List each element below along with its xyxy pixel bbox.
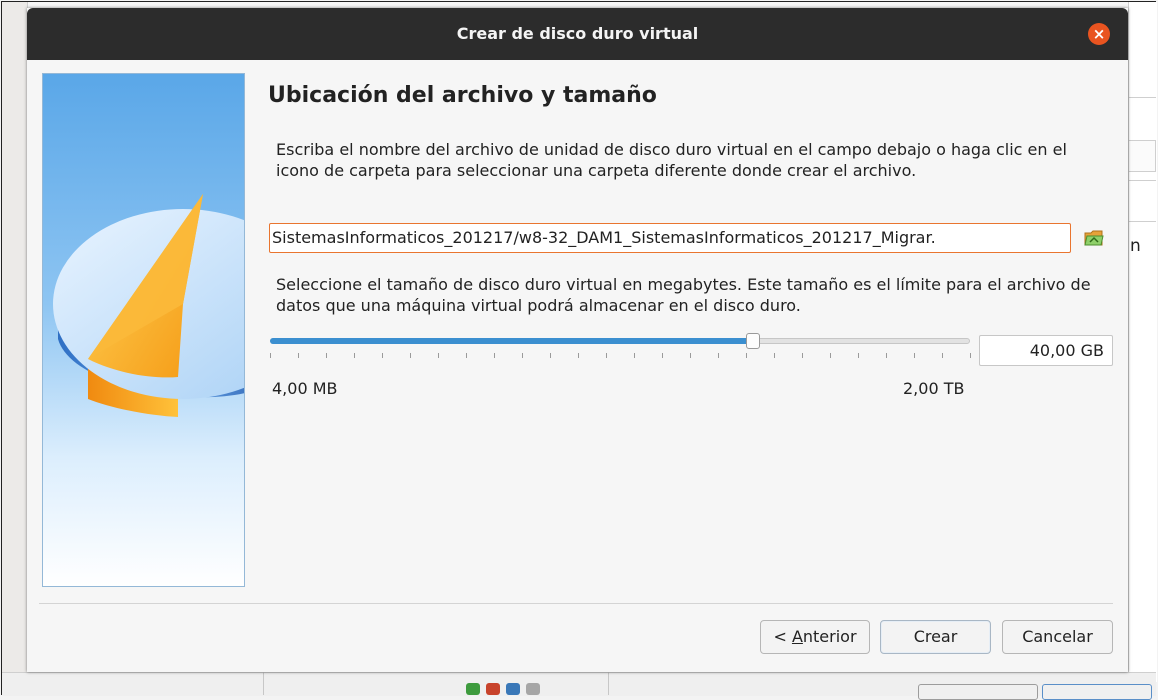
background-row — [1128, 180, 1156, 222]
background-divider — [608, 672, 609, 695]
slider-tick — [914, 353, 915, 358]
file-path-input[interactable]: SistemasInformaticos_201217/w8-32_DAM1_S… — [269, 223, 1071, 253]
back-prefix: < — [773, 627, 792, 646]
close-button[interactable]: × — [1088, 23, 1110, 45]
choose-folder-button[interactable] — [1083, 228, 1105, 248]
slider-fill — [270, 338, 753, 344]
dialog-title: Crear de disco duro virtual — [456, 24, 699, 43]
slider-tick — [886, 353, 887, 358]
disk-size-slider[interactable] — [270, 333, 970, 349]
slider-handle[interactable] — [746, 333, 760, 349]
slider-tick — [634, 353, 635, 358]
slider-max-label: 2,00 TB — [903, 379, 965, 398]
slider-tick — [718, 353, 719, 358]
slider-tick — [354, 353, 355, 358]
slider-tick — [382, 353, 383, 358]
slider-tick — [606, 353, 607, 358]
create-button[interactable]: Crear — [880, 620, 991, 654]
slider-tick — [802, 353, 803, 358]
folder-open-icon — [1084, 230, 1104, 246]
background-window-right — [1128, 2, 1157, 682]
background-green-icon — [466, 683, 480, 695]
location-description: Escriba el nombre del archivo de unidad … — [276, 140, 1067, 180]
page-heading: Ubicación del archivo y tamaño — [268, 83, 657, 108]
background-window-left — [2, 2, 28, 672]
background-field — [1128, 140, 1156, 172]
disk-size-input[interactable]: 40,00 GB — [979, 335, 1113, 366]
slider-tick — [326, 353, 327, 358]
slider-tick — [970, 353, 971, 358]
slider-tick — [270, 353, 271, 358]
slider-tick — [410, 353, 411, 358]
background-divider — [263, 672, 264, 695]
button-separator — [39, 603, 1113, 604]
slider-min-label: 4,00 MB — [272, 379, 338, 398]
title-bar[interactable]: Crear de disco duro virtual × — [27, 8, 1128, 60]
slider-tick — [690, 353, 691, 358]
background-gray-icon — [526, 683, 540, 695]
back-label: nterior — [802, 627, 857, 646]
slider-tick — [830, 353, 831, 358]
cancel-button[interactable]: Cancelar — [1002, 620, 1113, 654]
slider-tick — [662, 353, 663, 358]
background-button — [918, 684, 1038, 700]
slider-tick — [578, 353, 579, 358]
slider-tick — [550, 353, 551, 358]
background-divider — [1128, 97, 1156, 98]
slider-ticks — [270, 353, 971, 359]
background-blue-icon — [506, 683, 520, 695]
close-icon: × — [1092, 25, 1106, 43]
slider-tick — [774, 353, 775, 358]
slider-tick — [438, 353, 439, 358]
create-virtual-disk-dialog: Crear de disco duro virtual × Ubicación … — [27, 8, 1128, 672]
slider-tick — [858, 353, 859, 358]
slider-tick — [746, 353, 747, 358]
hard-disk-illustration — [53, 194, 244, 417]
slider-tick — [494, 353, 495, 358]
size-description: Seleccione el tamaño de disco duro virtu… — [276, 275, 1091, 315]
slider-tick — [466, 353, 467, 358]
background-button — [1042, 684, 1152, 700]
background-toolbar-icons — [466, 680, 586, 695]
back-mnemonic: A — [791, 627, 803, 646]
slider-tick — [942, 353, 943, 358]
background-text: n — [1130, 236, 1141, 256]
back-button[interactable]: < Anterior — [760, 620, 870, 654]
slider-tick — [298, 353, 299, 358]
wizard-side-image — [42, 73, 245, 587]
slider-tick — [522, 353, 523, 358]
background-red-icon — [486, 683, 500, 695]
